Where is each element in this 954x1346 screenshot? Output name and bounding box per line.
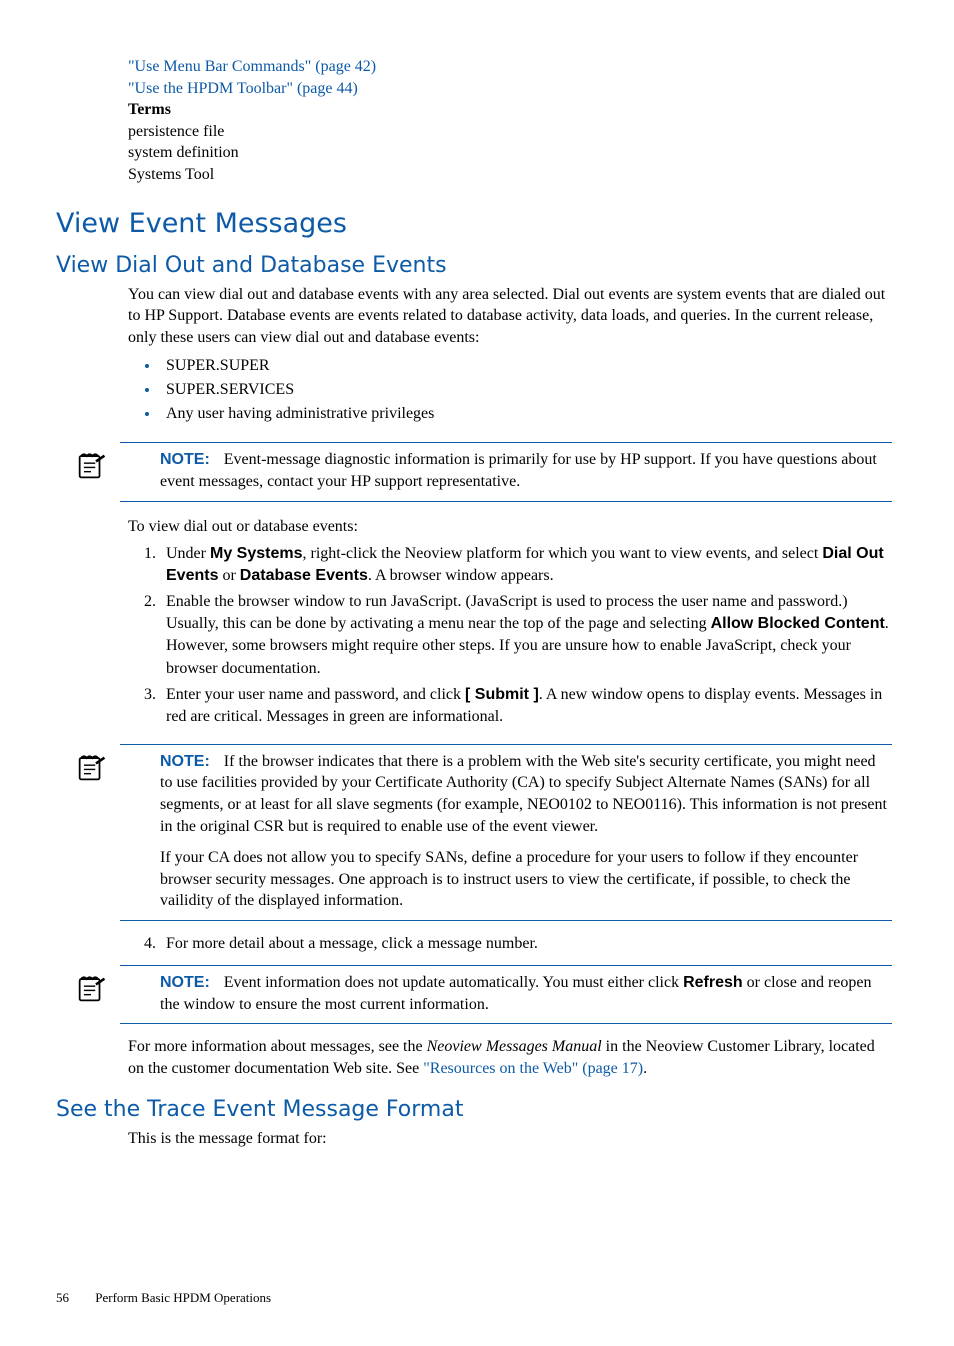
note-text: If your CA does not allow you to specify… — [160, 847, 890, 912]
xref-link[interactable]: "Use the HPDM Toolbar" (page 44) — [128, 78, 892, 100]
note-text: Event-message diagnostic information is … — [160, 451, 877, 490]
note-icon — [74, 972, 108, 1013]
heading-view-event-messages: View Event Messages — [56, 208, 898, 239]
note-text: If the browser indicates that there is a… — [160, 753, 887, 835]
note-box: NOTE: If the browser indicates that ther… — [120, 744, 892, 921]
step-item: For more detail about a message, click a… — [160, 933, 892, 955]
xref-link[interactable]: "Resources on the Web" (page 17) — [423, 1060, 643, 1077]
trace-intro: This is the message format for: — [128, 1128, 892, 1150]
terms-heading: Terms — [128, 99, 892, 121]
term-item: persistence file — [128, 121, 892, 143]
footer-title: Perform Basic HPDM Operations — [95, 1290, 271, 1305]
steps-list: Under My Systems, right-click the Neovie… — [128, 543, 892, 728]
note-icon — [74, 449, 108, 490]
steps-list-continued: For more detail about a message, click a… — [128, 933, 892, 955]
list-item: SUPER.SERVICES — [160, 378, 892, 402]
note-text: Event information does not update automa… — [224, 974, 683, 991]
note-label: NOTE: — [160, 451, 210, 468]
user-list: SUPER.SUPER SUPER.SERVICES Any user havi… — [128, 354, 892, 426]
list-item: SUPER.SUPER — [160, 354, 892, 378]
page-footer: 56 Perform Basic HPDM Operations — [56, 1290, 898, 1306]
note-box: NOTE: Event-message diagnostic informati… — [120, 442, 892, 501]
more-info-paragraph: For more information about messages, see… — [128, 1036, 892, 1079]
intro-paragraph: You can view dial out and database event… — [128, 284, 892, 349]
page-number: 56 — [56, 1290, 92, 1306]
note-label: NOTE: — [160, 974, 210, 991]
note-label: NOTE: — [160, 753, 210, 770]
xref-link[interactable]: "Use Menu Bar Commands" (page 42) — [128, 56, 892, 78]
refresh-label: Refresh — [683, 974, 743, 991]
heading-trace-event-format: See the Trace Event Message Format — [56, 1097, 898, 1122]
note-box: NOTE: Event information does not update … — [120, 965, 892, 1024]
term-item: system definition — [128, 142, 892, 164]
step-item: Under My Systems, right-click the Neovie… — [160, 543, 892, 587]
heading-view-dial-out: View Dial Out and Database Events — [56, 253, 898, 278]
list-item: Any user having administrative privilege… — [160, 402, 892, 426]
note-icon — [74, 751, 108, 792]
step-item: Enter your user name and password, and c… — [160, 684, 892, 728]
steps-lead-in: To view dial out or database events: — [128, 516, 892, 538]
term-item: Systems Tool — [128, 164, 892, 186]
step-item: Enable the browser window to run JavaScr… — [160, 591, 892, 679]
